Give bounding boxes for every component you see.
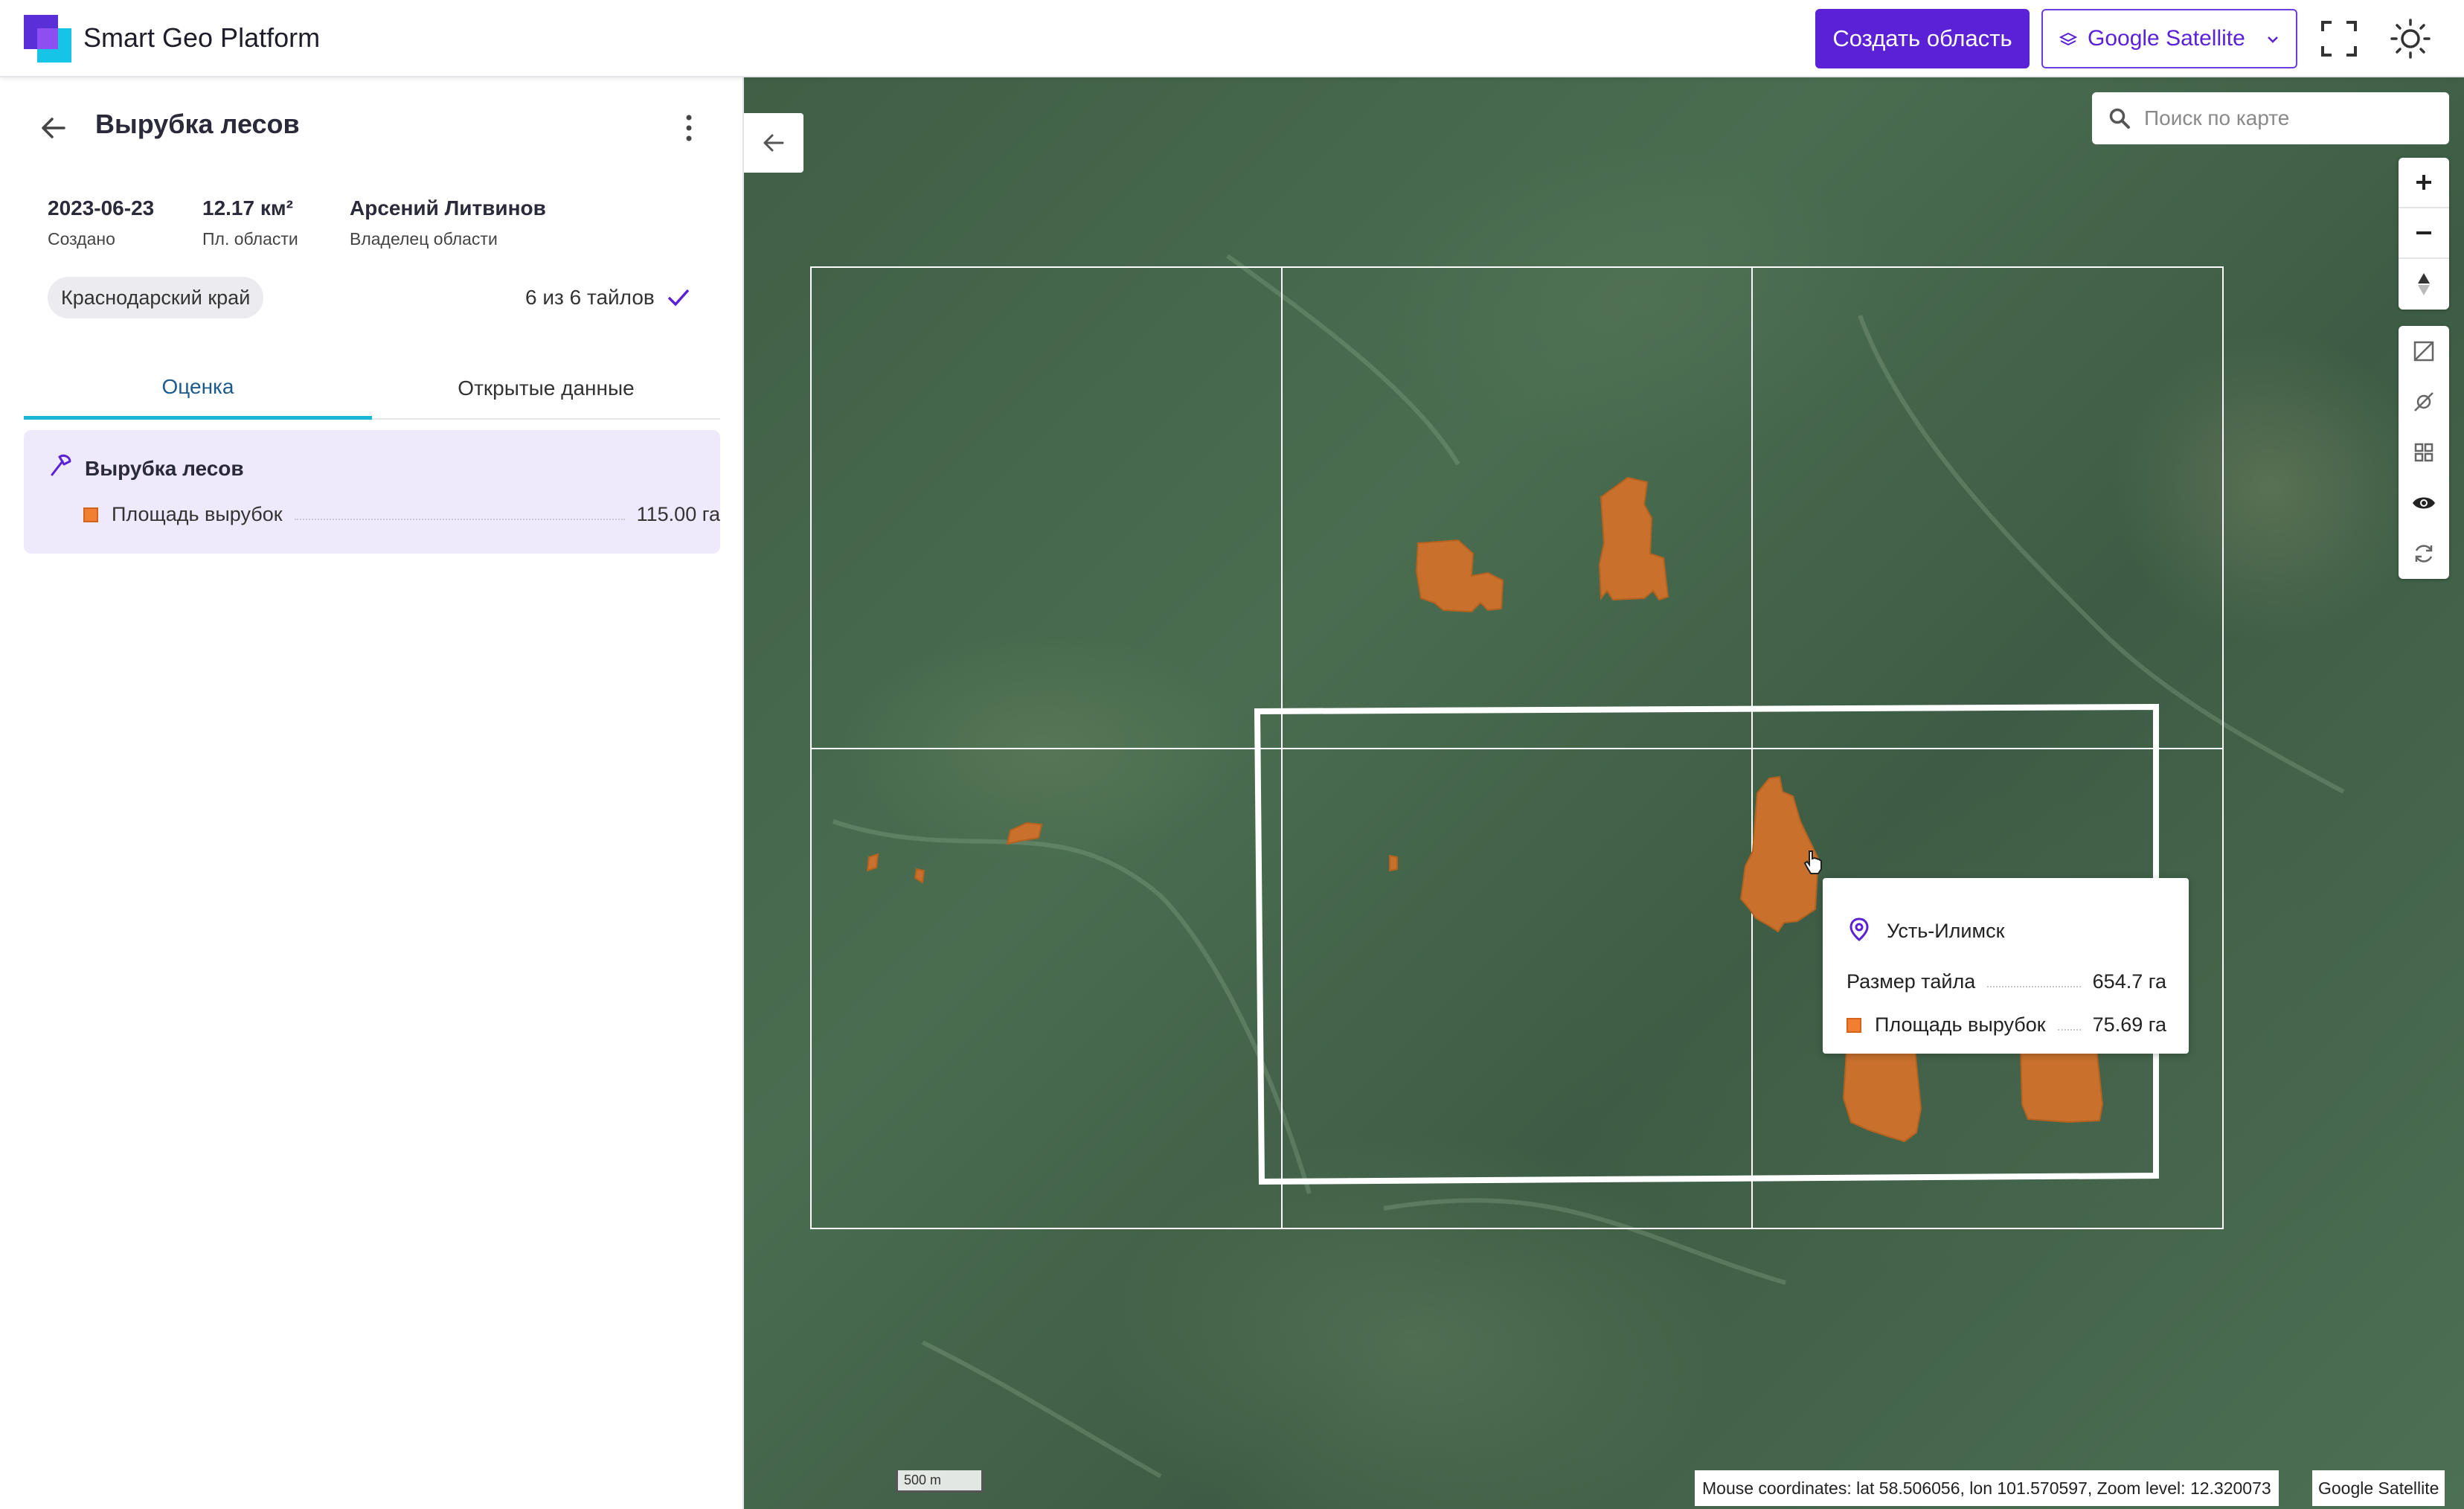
top-header: Smart Geo Platform Создать область Googl… xyxy=(0,0,2464,77)
logo-icon[interactable] xyxy=(24,15,71,63)
visibility-button[interactable] xyxy=(2399,478,2449,528)
dotted-leader xyxy=(2057,1028,2081,1031)
meta-area-label: Пл. области xyxy=(202,229,298,249)
zoom-in-icon xyxy=(2416,175,2431,190)
meta-owner-label: Владелец области xyxy=(350,229,498,249)
tab-bar: Оценка Открытые данные xyxy=(24,357,720,420)
tab-open-data[interactable]: Открытые данные xyxy=(372,357,720,420)
terrain-lines xyxy=(832,254,2345,1478)
metric-label: Площадь вырубок xyxy=(112,503,283,525)
eye-icon xyxy=(2413,497,2435,509)
meta-created-value: 2023-06-23 xyxy=(48,196,155,220)
tile-tooltip: Усть-Илимск Размер тайла 654.7 га Площад… xyxy=(1823,878,2189,1054)
meta-created-label: Создано xyxy=(48,229,115,249)
tooltip-row-tile-size: Размер тайла 654.7 га xyxy=(1847,970,2166,993)
tile-grid xyxy=(810,266,2224,1229)
brand-name[interactable]: Smart Geo Platform xyxy=(83,22,320,54)
zoom-out-icon xyxy=(2416,231,2431,234)
chevron-down-icon xyxy=(2268,36,2278,43)
arrow-left-icon xyxy=(763,134,784,152)
meta-owner: Арсений Литвинов Владелец области xyxy=(350,196,546,249)
grid-button[interactable] xyxy=(2399,427,2449,478)
cutting-polygon[interactable] xyxy=(2019,1046,2104,1124)
layers-icon xyxy=(2059,32,2077,46)
mouse-coordinates: Mouse coordinates: lat 58.506056, lon 10… xyxy=(1695,1470,2279,1506)
cutting-polygon[interactable] xyxy=(1415,539,1504,613)
basemap-select[interactable]: Google Satellite xyxy=(2041,9,2297,68)
cutting-polygon[interactable] xyxy=(1842,1048,1922,1143)
region-chip[interactable]: Краснодарский край xyxy=(48,277,264,318)
compass-icon xyxy=(2418,273,2430,295)
metric-value: 115.00 га xyxy=(636,503,720,525)
check-icon xyxy=(667,289,690,307)
tiles-status: 6 из 6 тайлов xyxy=(525,286,690,310)
tiles-status-text: 6 из 6 тайлов xyxy=(525,286,655,309)
meta-area-value: 12.17 км² xyxy=(202,196,293,220)
zoom-controls xyxy=(2399,158,2449,310)
create-area-button[interactable]: Создать область xyxy=(1815,9,2030,68)
tab-assessment[interactable]: Оценка xyxy=(24,357,372,420)
fullscreen-icon[interactable] xyxy=(2318,18,2360,60)
dotted-leader xyxy=(294,518,625,520)
analysis-card-title: Вырубка лесов xyxy=(85,457,244,480)
tooltip-value: 654.7 га xyxy=(2092,970,2166,993)
legend-swatch xyxy=(83,507,98,522)
basemap-select-value: Google Satellite xyxy=(2088,26,2245,51)
hide-points-button[interactable] xyxy=(2399,377,2449,427)
hide-polygon-icon xyxy=(2413,341,2434,362)
location-pin-icon xyxy=(1849,917,1869,941)
map-tools xyxy=(2399,326,2449,579)
cutting-polygon[interactable] xyxy=(1006,821,1043,845)
cutting-polygon[interactable] xyxy=(1389,854,1398,872)
map-search-input[interactable] xyxy=(2144,106,2427,130)
hide-points-icon xyxy=(2414,392,2433,411)
tooltip-value: 75.69 га xyxy=(2092,1013,2166,1036)
tooltip-label: Размер тайла xyxy=(1847,970,1976,993)
area-sidebar: Вырубка лесов 2023-06-23 Создано 12.17 к… xyxy=(0,77,744,1509)
cutting-polygon[interactable] xyxy=(914,868,925,884)
area-title: Вырубка лесов xyxy=(95,109,300,139)
cutting-polygon[interactable] xyxy=(1598,476,1669,601)
axe-icon xyxy=(51,454,71,476)
tooltip-label: Площадь вырубок xyxy=(1875,1013,2046,1036)
meta-area: 12.17 км² Пл. области xyxy=(202,196,298,249)
tooltip-city: Усть-Илимск xyxy=(1887,920,2005,942)
zoom-in-button[interactable] xyxy=(2399,158,2449,208)
scale-bar: 500 m xyxy=(896,1470,984,1493)
meta-created: 2023-06-23 Создано xyxy=(48,196,154,249)
meta-owner-value: Арсений Литвинов xyxy=(350,196,546,220)
map-search[interactable] xyxy=(2092,92,2449,144)
cutting-polygon[interactable] xyxy=(866,853,879,872)
theme-sun-icon[interactable] xyxy=(2390,18,2431,60)
compass-button[interactable] xyxy=(2399,259,2449,310)
analysis-card[interactable]: Вырубка лесов Площадь вырубок 115.00 га xyxy=(24,430,720,554)
hide-polygon-button[interactable] xyxy=(2399,326,2449,377)
dotted-leader xyxy=(1987,985,2081,987)
zoom-out-button[interactable] xyxy=(2399,208,2449,259)
search-icon xyxy=(2109,108,2130,129)
more-menu-icon[interactable] xyxy=(677,110,701,146)
refresh-icon xyxy=(2415,545,2433,563)
map-overlay xyxy=(810,254,2345,1478)
metric-row: Площадь вырубок 115.00 га xyxy=(83,503,720,526)
back-arrow-icon[interactable] xyxy=(37,112,70,144)
grid-icon xyxy=(2414,443,2433,462)
legend-swatch xyxy=(1847,1017,1861,1033)
refresh-button[interactable] xyxy=(2399,528,2449,579)
map-canvas[interactable]: Усть-Илимск Размер тайла 654.7 га Площад… xyxy=(744,77,2464,1509)
collapse-sidebar-button[interactable] xyxy=(744,113,803,173)
map-attribution[interactable]: Google Satellite xyxy=(2312,1470,2445,1506)
tooltip-row-cutting-area: Площадь вырубок 75.69 га xyxy=(1847,1013,2166,1037)
